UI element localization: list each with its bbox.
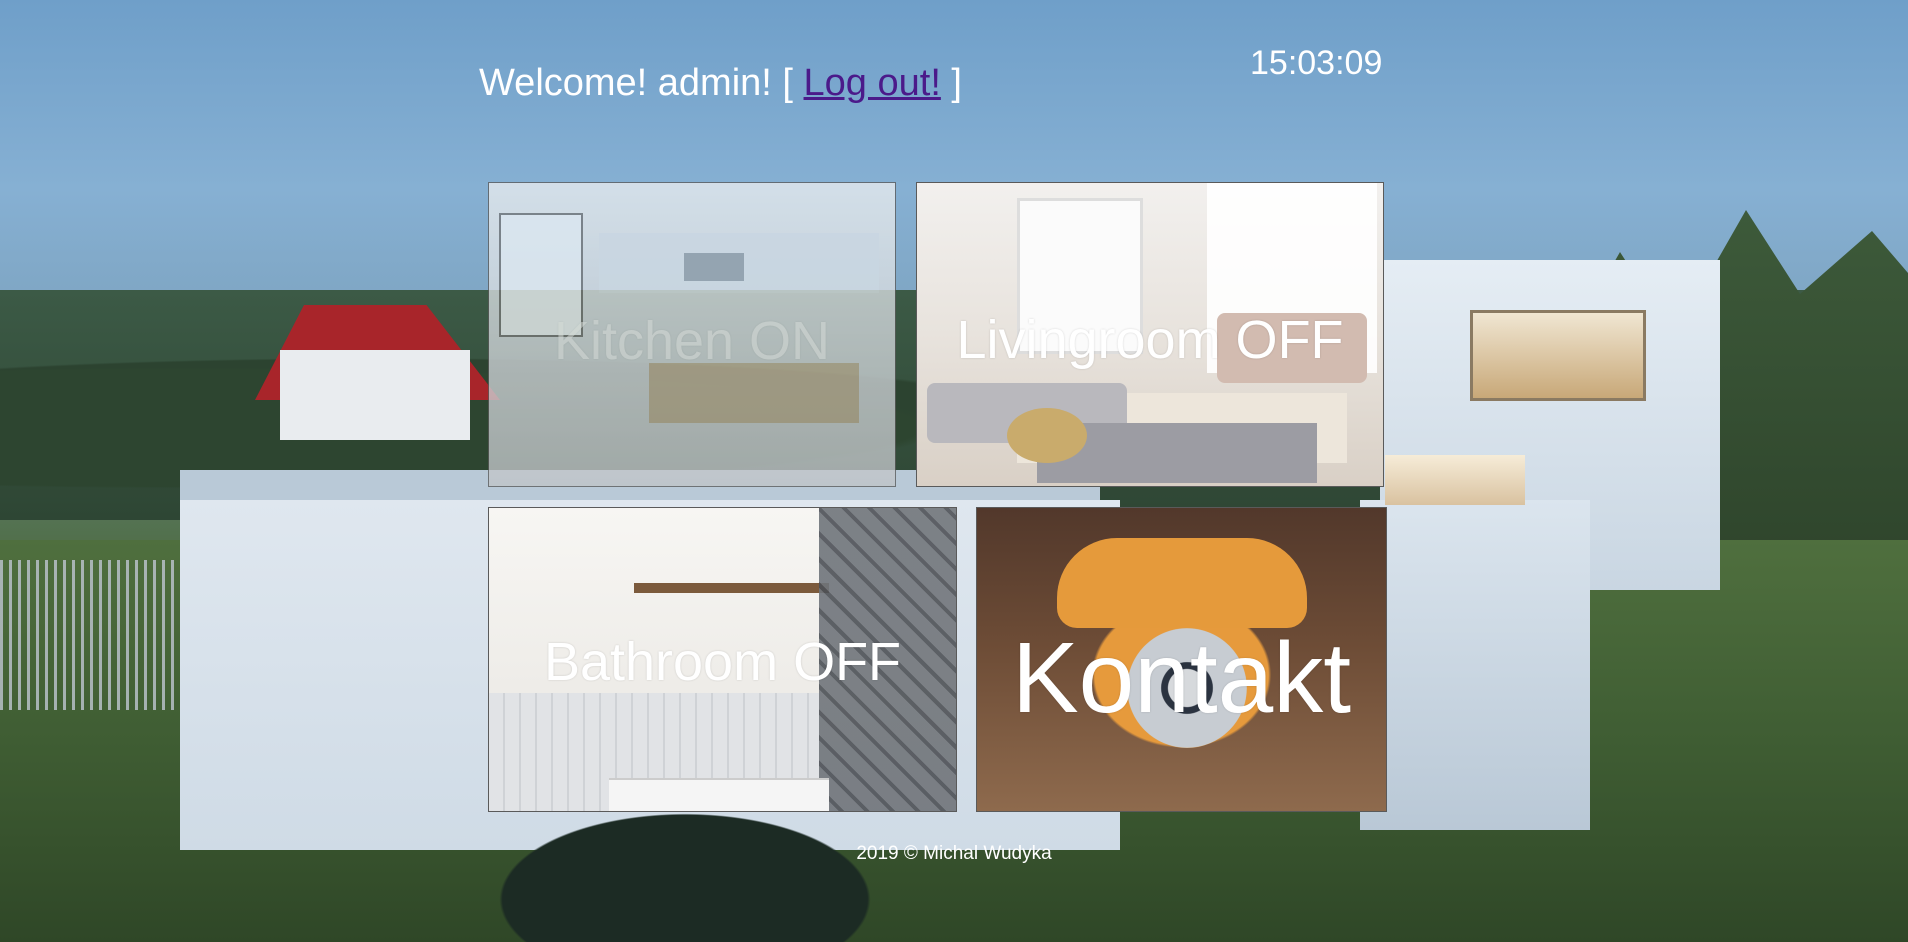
bathroom-label: Bathroom OFF <box>543 632 902 692</box>
welcome-bracket-close: ] <box>940 62 962 104</box>
kitchen-hood <box>684 253 744 281</box>
background-spruce <box>470 800 900 942</box>
welcome-message: Welcome! admin! [ Log out! ] <box>479 62 962 105</box>
welcome-text: Welcome! admin! [ <box>479 62 804 104</box>
bathroom-shelf <box>634 583 829 593</box>
livingroom-tile[interactable]: Livingroom OFF <box>916 182 1384 487</box>
clock: 15:03:09 <box>1250 44 1383 82</box>
background-house-lower-window <box>1385 455 1525 505</box>
livingroom-label: Livingroom OFF <box>956 309 1344 370</box>
background-house-lower-block <box>1360 500 1590 830</box>
logout-link[interactable]: Log out! <box>804 62 941 104</box>
kitchen-tile[interactable]: Kitchen ON <box>488 182 896 487</box>
contact-label: Kontakt <box>1011 622 1352 734</box>
kitchen-island <box>649 363 859 423</box>
contact-tile[interactable]: Kontakt <box>976 507 1387 812</box>
kitchen-label: Kitchen ON <box>553 310 831 371</box>
phone-handset-icon <box>1057 538 1307 628</box>
background-house-window <box>1470 310 1646 401</box>
background-neighbour-house <box>280 350 470 440</box>
bathroom-tub <box>609 778 829 811</box>
footer-copyright: 2019 © Michal Wudyka <box>856 843 1052 864</box>
livingroom-pouf <box>1007 408 1087 463</box>
background-fence <box>0 560 180 710</box>
bathroom-tile[interactable]: Bathroom OFF <box>488 507 957 812</box>
